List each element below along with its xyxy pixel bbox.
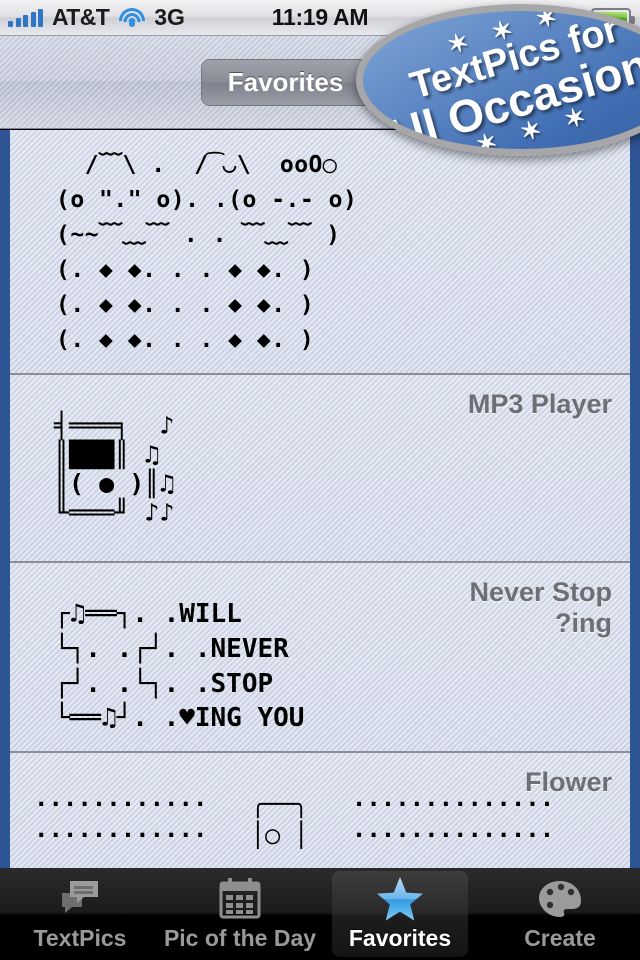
favorites-list[interactable]: /﹋\ . /͡◡\ ooO◯ (o "." o). .(o -.- o) (~… xyxy=(0,130,640,868)
list-item[interactable]: MP3 Player ╡═══╕ ♪ ║███║ ♫ ║( ● )║♫ ╙═══… xyxy=(10,375,630,563)
list-item-art: ╡═══╕ ♪ ║███║ ♫ ║( ● )║♫ ╙═══╜ ♪♪ xyxy=(54,411,175,527)
calendar-icon xyxy=(218,876,262,922)
tab-label: Pic of the Day xyxy=(163,925,317,951)
tab-create[interactable]: Create xyxy=(480,868,640,960)
tab-label: TextPics xyxy=(33,925,127,951)
list-item-art: ┌♫══┐. .WILL └┐. .┌┘. .NEVER ┌┘. .└┐. .S… xyxy=(54,599,305,734)
list-item-title: MP3 Player xyxy=(467,389,612,419)
app-screen: AT&T 3G 11:19 AM Favorites F ✶ ✶ ✶ TextP… xyxy=(0,0,640,960)
list-item[interactable]: Flower ············ ╭──╮ ·············· … xyxy=(10,753,630,868)
star-icon xyxy=(376,876,424,922)
tab-label: Create xyxy=(524,925,596,951)
speech-bubbles-icon xyxy=(58,876,102,922)
list-item[interactable]: Never Stop ?ing ┌♫══┐. .WILL └┐. .┌┘. .N… xyxy=(10,563,630,753)
list-item-art: /﹋\ . /͡◡\ ooO◯ (o "." o). .(o -.- o) (~… xyxy=(56,152,358,353)
tab-label: Favorites xyxy=(348,925,452,951)
list-item[interactable]: /﹋\ . /͡◡\ ooO◯ (o "." o). .(o -.- o) (~… xyxy=(10,130,630,375)
tab-bar: TextPics Pic of the Day Favorites Create xyxy=(0,868,640,960)
palette-icon xyxy=(537,876,583,922)
list-item-art: ············ ╭──╮ ·············· ·······… xyxy=(34,790,555,850)
tab-favorites[interactable]: Favorites xyxy=(320,868,480,960)
tab-pic-of-the-day[interactable]: Pic of the Day xyxy=(160,868,320,960)
list-item-title: Never Stop ?ing xyxy=(469,577,612,639)
tab-textpics[interactable]: TextPics xyxy=(0,868,160,960)
segment-favorites[interactable]: Favorites xyxy=(201,59,371,105)
